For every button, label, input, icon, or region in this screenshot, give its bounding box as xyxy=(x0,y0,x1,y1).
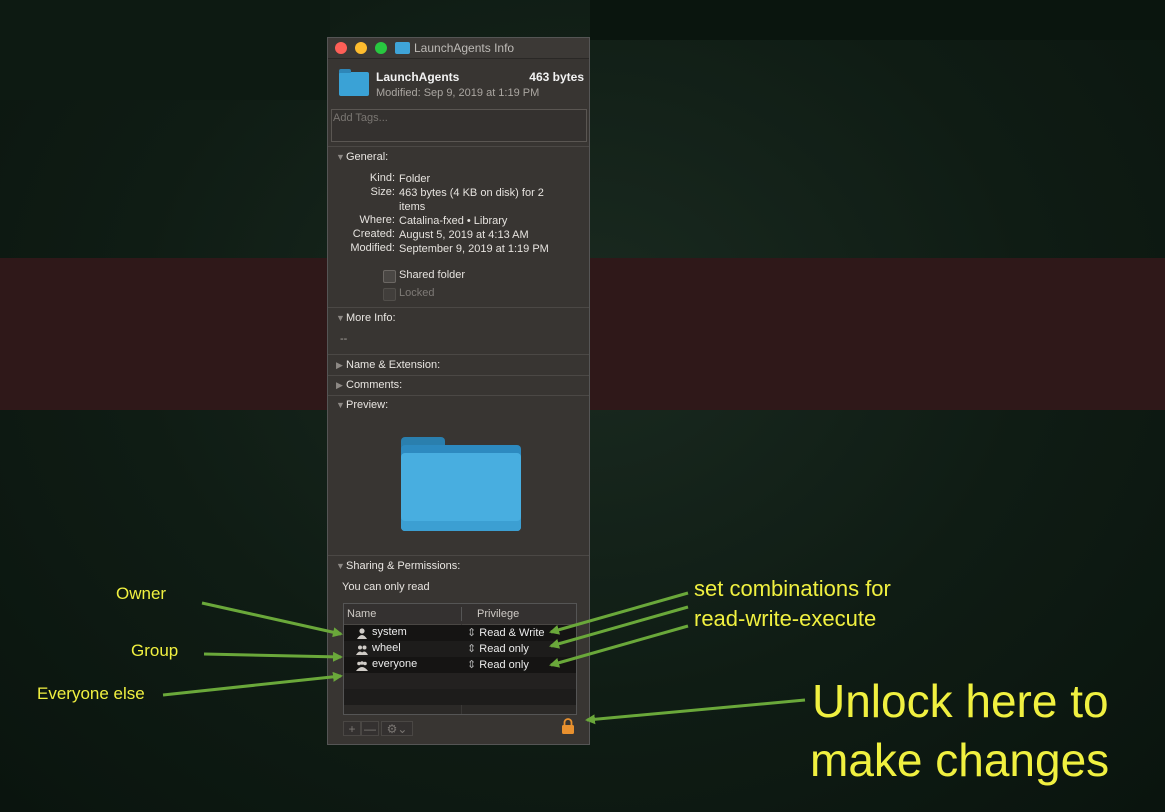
arrow-owner xyxy=(201,601,343,638)
arrow-everyone xyxy=(162,671,343,697)
arrow-unlock xyxy=(585,698,806,725)
arrow-group xyxy=(203,651,343,662)
annotation-arrows xyxy=(162,591,806,725)
arrow-combos-3 xyxy=(549,624,689,668)
